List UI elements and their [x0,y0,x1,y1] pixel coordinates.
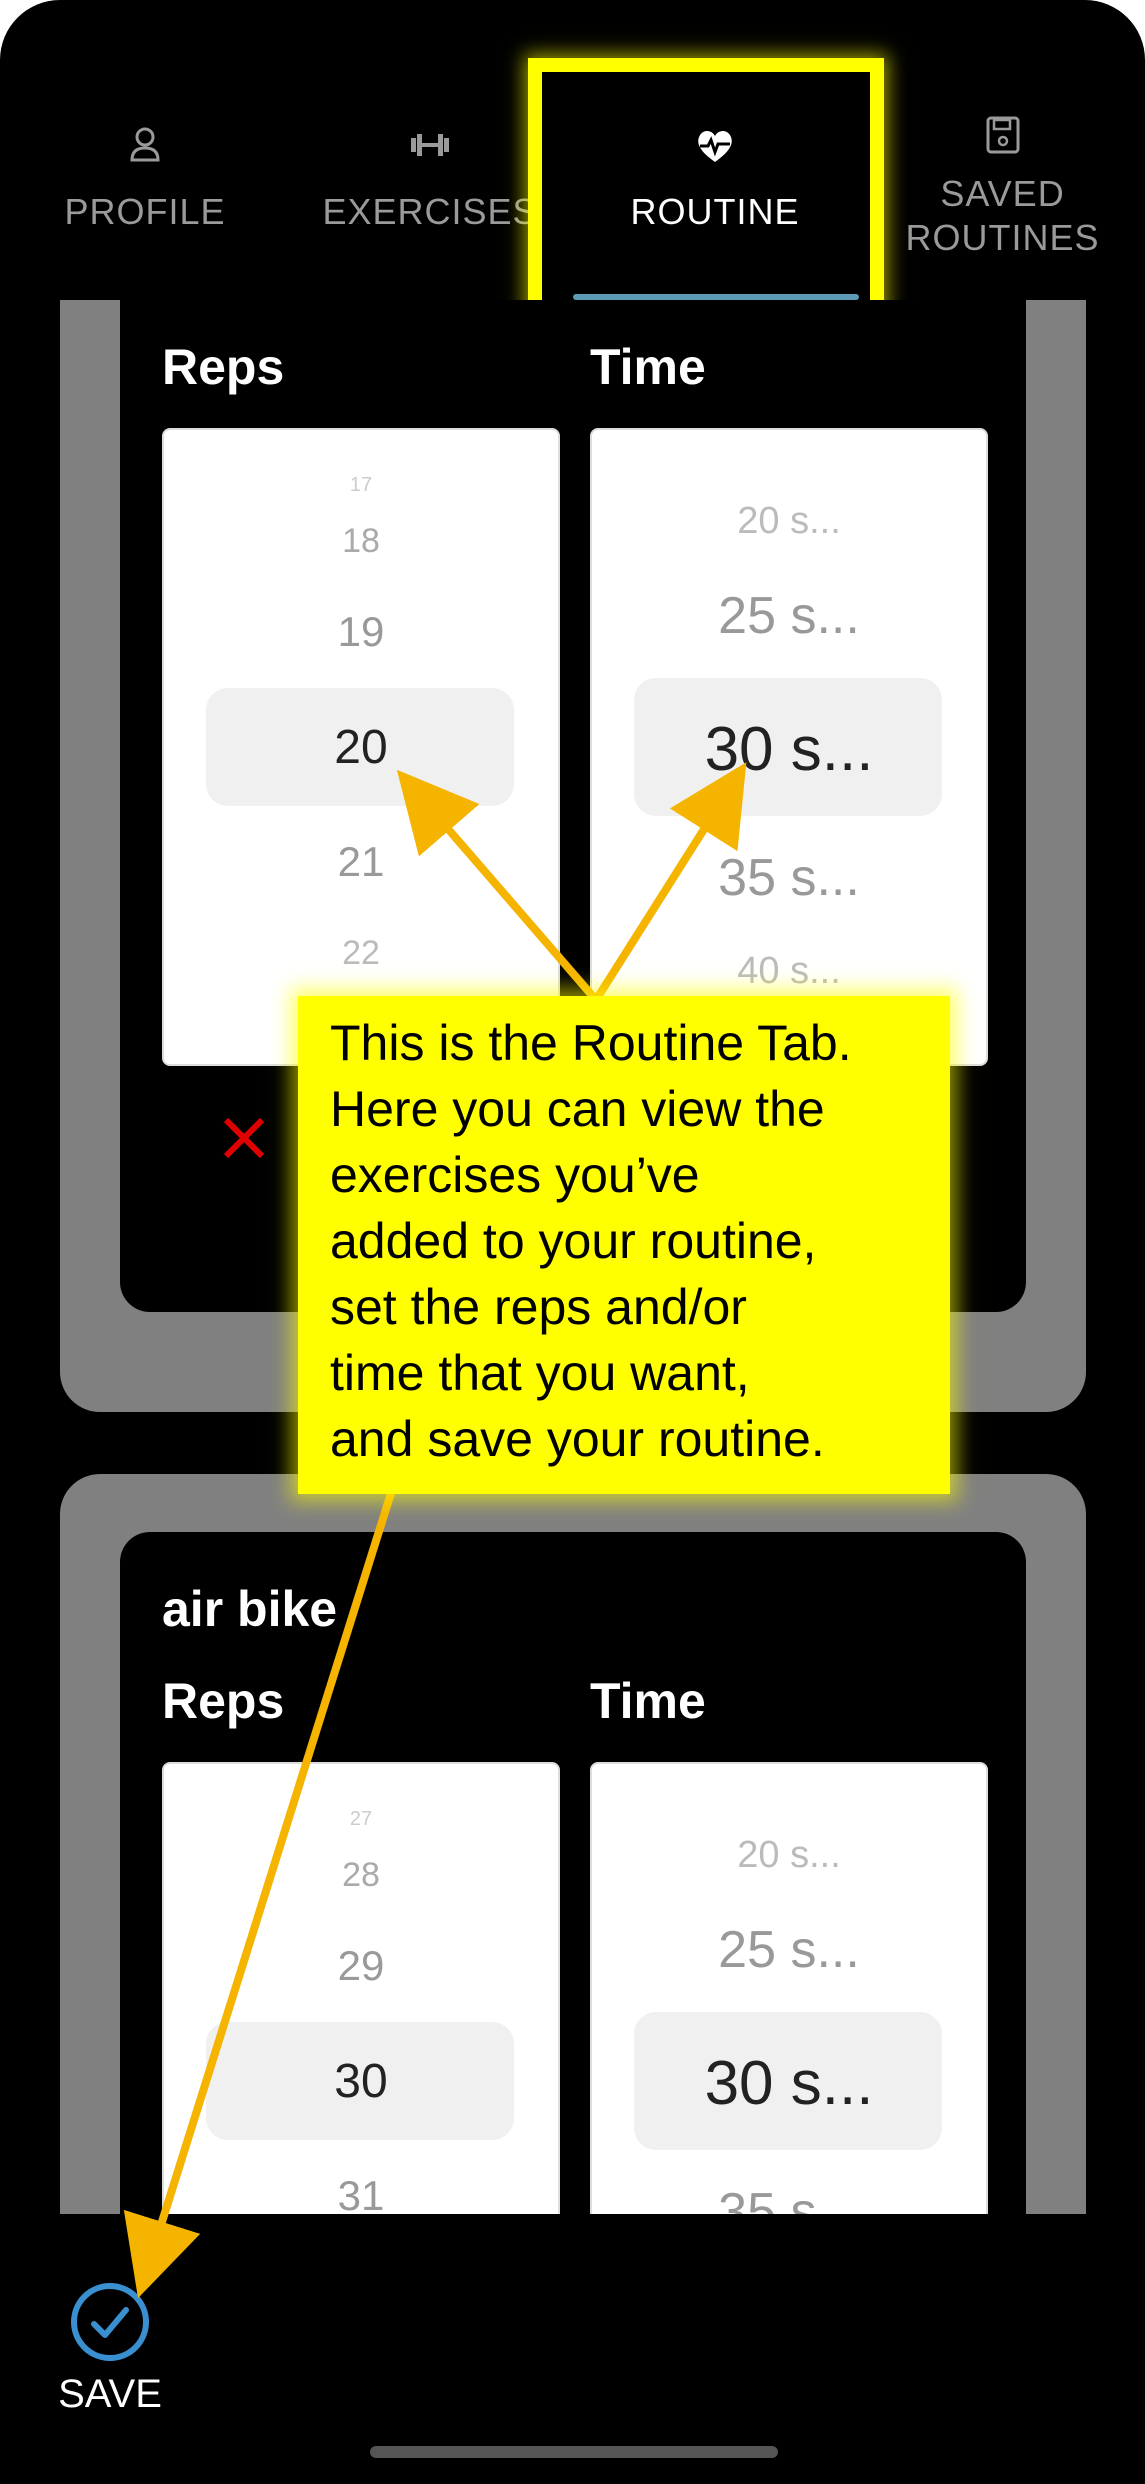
annotation-callout: This is the Routine Tab. Here you can vi… [298,996,950,1494]
annotation-line: and save your routine. [330,1411,825,1467]
annotation-line: added to your routine, [330,1213,817,1269]
annotation-line: This is the Routine Tab. [330,1015,852,1071]
annotation-line: Here you can view the [330,1081,825,1137]
annotation-line: time that you want, [330,1345,750,1401]
phone-screen: PROFILE EXERCISES ROUTINE SAVED ROUTINES… [0,0,1145,2484]
annotation-line: set the reps and/or [330,1279,747,1335]
annotation-line: exercises you’ve [330,1147,700,1203]
